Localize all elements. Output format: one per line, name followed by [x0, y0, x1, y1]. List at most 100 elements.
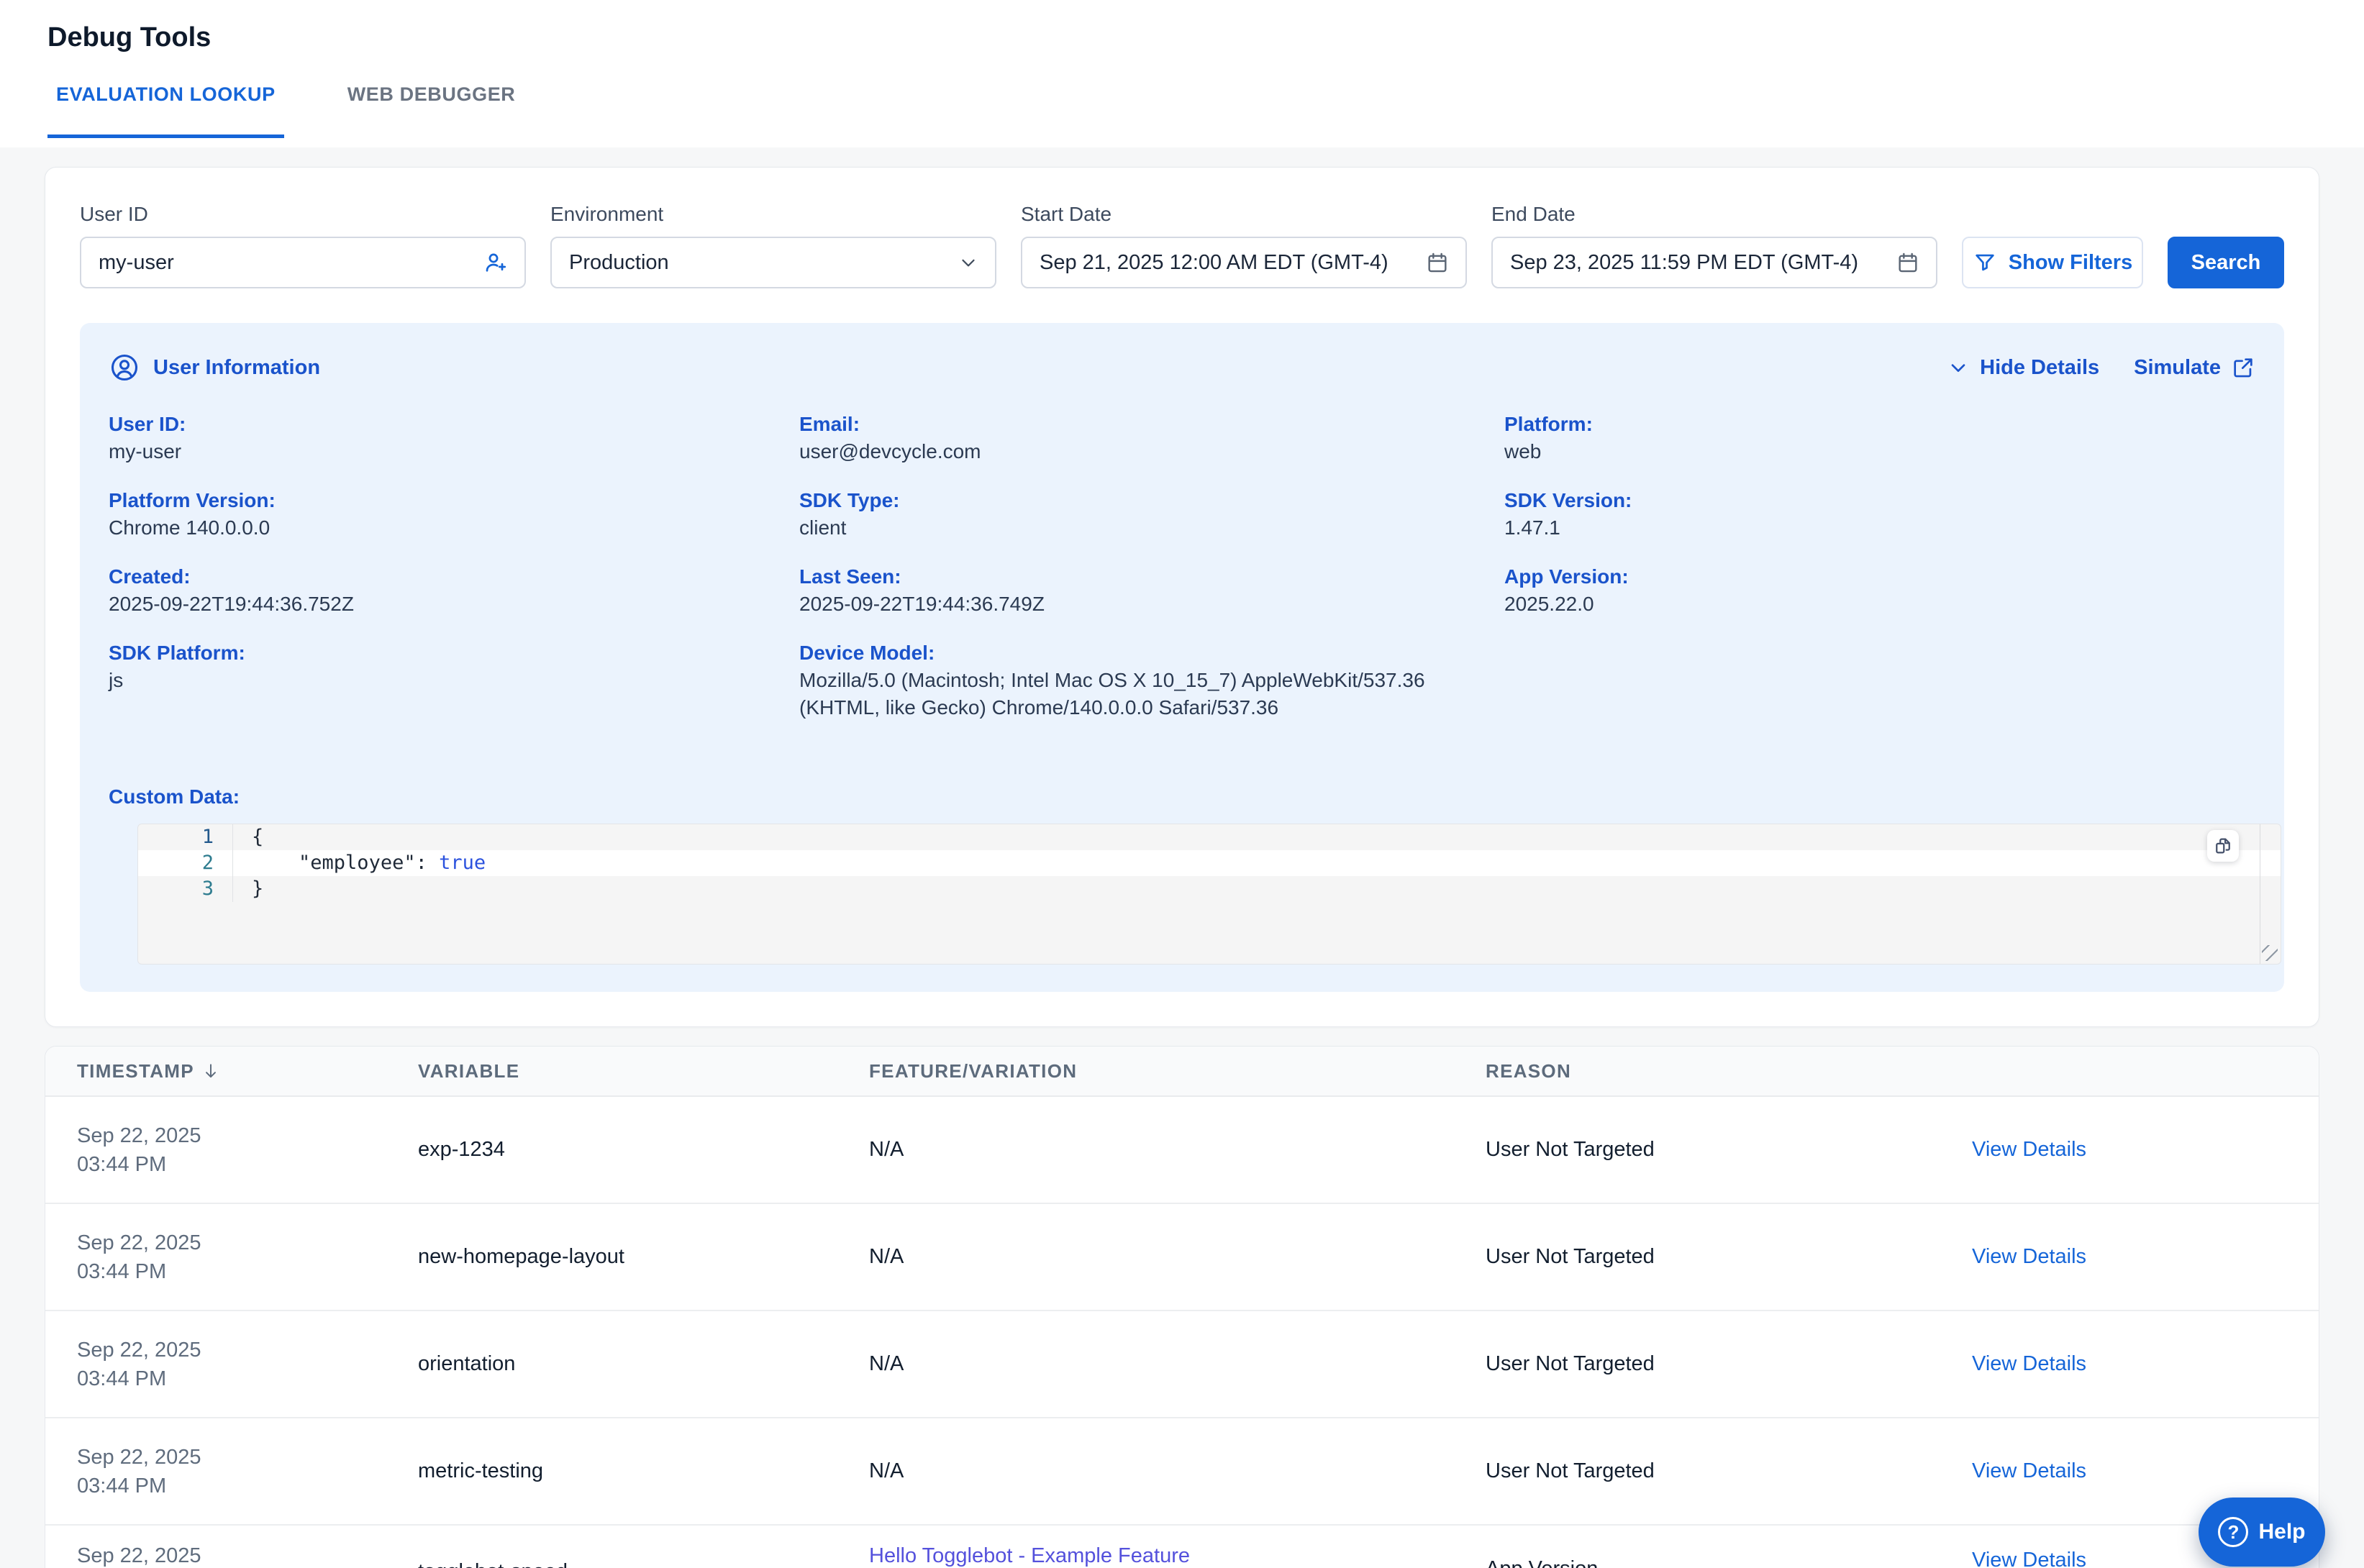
info-field-user-id: User ID: my-user [109, 411, 799, 465]
table-header-row: TIMESTAMP VARIABLE FEATURE/VARIATION REA… [45, 1047, 2319, 1097]
feature-cell: N/A [869, 1245, 1486, 1269]
code-line-2: 2 "employee": true [138, 850, 2281, 876]
timestamp-cell: Sep 22, 202503:44 PM [77, 1229, 418, 1286]
info-field-platform: Platform: web [1504, 411, 2255, 465]
table-row: Sep 22, 202503:44 PM togglebot-speed Hel… [45, 1526, 2319, 1568]
reason-cell: User Not Targeted [1486, 1352, 1972, 1376]
user-circle-icon [109, 352, 140, 383]
code-line-3: 3 } [138, 876, 2281, 902]
chevron-down-icon [1947, 356, 1970, 379]
user-id-field-group: User ID [80, 202, 526, 288]
start-date-input[interactable]: Sep 21, 2025 12:00 AM EDT (GMT-4) [1021, 237, 1467, 288]
end-date-value: Sep 23, 2025 11:59 PM EDT (GMT-4) [1510, 251, 1886, 275]
table-row: Sep 22, 202503:44 PM metric-testing N/A … [45, 1418, 2319, 1526]
filter-funnel-icon [1973, 250, 1997, 275]
feature-cell: N/A [869, 1138, 1486, 1162]
info-field-email: Email: user@devcycle.com [799, 411, 1504, 465]
calendar-icon[interactable] [1425, 250, 1450, 275]
end-date-field-group: End Date Sep 23, 2025 11:59 PM EDT (GMT-… [1491, 202, 1937, 288]
user-id-label: User ID [80, 202, 526, 227]
table-row: Sep 22, 202503:44 PM orientation N/A Use… [45, 1311, 2319, 1418]
tab-evaluation-lookup[interactable]: EVALUATION LOOKUP [47, 83, 284, 138]
start-date-value: Sep 21, 2025 12:00 AM EDT (GMT-4) [1040, 251, 1415, 275]
variable-cell: orientation [418, 1352, 869, 1376]
environment-label: Environment [550, 202, 996, 227]
calendar-icon[interactable] [1896, 250, 1920, 275]
show-filters-button[interactable]: Show Filters [1962, 237, 2143, 288]
chevron-down-icon [958, 252, 979, 273]
filter-row: User ID Environment Production [80, 202, 2284, 288]
table-row: Sep 22, 202503:44 PM exp-1234 N/A User N… [45, 1097, 2319, 1204]
environment-select[interactable]: Production [550, 237, 996, 288]
feature-cell: N/A [869, 1352, 1486, 1376]
info-field-app-version: App Version: 2025.22.0 [1504, 563, 2255, 618]
search-button[interactable]: Search [2168, 237, 2284, 288]
help-button[interactable]: ? Help [2199, 1498, 2325, 1567]
view-details-link[interactable]: View Details [1972, 1245, 2319, 1269]
copy-button[interactable] [2207, 830, 2239, 862]
variable-cell: new-homepage-layout [418, 1245, 869, 1269]
external-link-icon [2231, 355, 2255, 380]
user-information-header: User Information Hide Details Simulate [109, 352, 2255, 383]
user-information-title: User Information [153, 356, 320, 380]
show-filters-label: Show Filters [2009, 251, 2132, 275]
info-field-last-seen: Last Seen: 2025-09-22T19:44:36.749Z [799, 563, 1504, 618]
end-date-input[interactable]: Sep 23, 2025 11:59 PM EDT (GMT-4) [1491, 237, 1937, 288]
evaluation-lookup-card: User ID Environment Production [45, 167, 2319, 1027]
view-details-link[interactable]: View Details [1972, 1352, 2319, 1376]
tab-web-debugger[interactable]: WEB DEBUGGER [339, 83, 524, 138]
column-header-timestamp[interactable]: TIMESTAMP [77, 1060, 418, 1082]
simulate-label: Simulate [2134, 356, 2221, 380]
user-info-grid: User ID: my-user Platform Version: Chrom… [109, 411, 2255, 743]
reason-cell: User Not Targeted [1486, 1138, 1972, 1162]
info-field-platform-version: Platform Version: Chrome 140.0.0.0 [109, 487, 799, 542]
tab-bar: EVALUATION LOOKUP WEB DEBUGGER [47, 83, 2364, 138]
reason-cell: App Version [1486, 1526, 1972, 1568]
reason-cell: User Not Targeted [1486, 1459, 1972, 1483]
resize-handle[interactable] [2262, 945, 2278, 961]
info-field-sdk-platform: SDK Platform: js [109, 639, 799, 694]
page-header: Debug Tools EVALUATION LOOKUP WEB DEBUGG… [0, 0, 2364, 147]
evaluations-table: TIMESTAMP VARIABLE FEATURE/VARIATION REA… [45, 1046, 2319, 1568]
custom-data-editor[interactable]: 1 { 2 "employee": true 3 } [137, 824, 2281, 965]
code-line-1: 1 { [138, 824, 2281, 850]
timestamp-cell: Sep 22, 202503:44 PM [77, 1121, 418, 1179]
hide-details-button[interactable]: Hide Details [1947, 356, 2099, 380]
user-add-icon[interactable] [483, 250, 509, 275]
copy-icon [2212, 835, 2234, 857]
view-details-link[interactable]: View Details [1972, 1459, 2319, 1483]
info-field-sdk-type: SDK Type: client [799, 487, 1504, 542]
table-row: Sep 22, 202503:44 PM new-homepage-layout… [45, 1204, 2319, 1311]
info-field-created: Created: 2025-09-22T19:44:36.752Z [109, 563, 799, 618]
page-title: Debug Tools [0, 0, 2364, 53]
timestamp-cell: Sep 22, 202503:44 PM [77, 1336, 418, 1393]
environment-value: Production [569, 251, 947, 275]
start-date-label: Start Date [1021, 202, 1467, 227]
end-date-label: End Date [1491, 202, 1937, 227]
hide-details-label: Hide Details [1980, 356, 2099, 380]
feature-cell: N/A [869, 1459, 1486, 1483]
user-information-panel: User Information Hide Details Simulate [80, 323, 2284, 992]
user-id-input[interactable] [80, 237, 526, 288]
view-details-link[interactable]: View Details [1972, 1138, 2319, 1162]
help-label: Help [2258, 1520, 2305, 1544]
json-key: "employee": [299, 852, 427, 874]
column-header-reason[interactable]: REASON [1486, 1060, 1972, 1082]
feature-link[interactable]: Hello Togglebot - Example Feature [869, 1526, 1486, 1568]
column-header-feature-variation[interactable]: FEATURE/VARIATION [869, 1060, 1486, 1082]
reason-cell: User Not Targeted [1486, 1245, 1972, 1269]
column-header-variable[interactable]: VARIABLE [418, 1060, 869, 1082]
custom-data-label: Custom Data: [109, 783, 2255, 811]
main-content: User ID Environment Production [0, 147, 2364, 1568]
info-field-device-model: Device Model: Mozilla/5.0 (Macintosh; In… [799, 639, 1504, 721]
simulate-button[interactable]: Simulate [2134, 355, 2255, 380]
variable-cell: togglebot-speed [418, 1526, 869, 1568]
environment-field-group: Environment Production [550, 202, 996, 288]
info-field-sdk-version: SDK Version: 1.47.1 [1504, 487, 2255, 542]
sort-descending-icon[interactable] [201, 1062, 220, 1080]
json-value: true [439, 852, 486, 874]
start-date-field-group: Start Date Sep 21, 2025 12:00 AM EDT (GM… [1021, 202, 1467, 288]
timestamp-cell: Sep 22, 202503:44 PM [77, 1526, 418, 1568]
user-id-input-text[interactable] [99, 251, 473, 275]
timestamp-cell: Sep 22, 202503:44 PM [77, 1443, 418, 1500]
